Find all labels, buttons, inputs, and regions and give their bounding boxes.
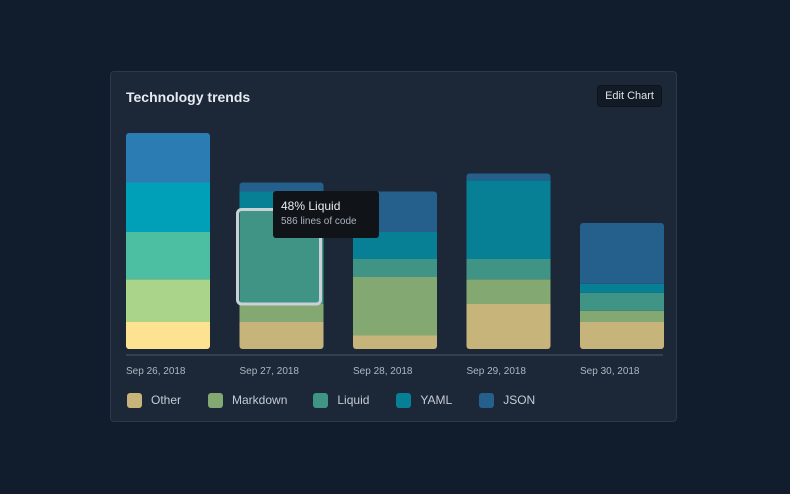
bar-segment-yaml[interactable] — [580, 283, 664, 293]
bar-stack — [126, 133, 210, 349]
legend-swatch — [127, 392, 142, 408]
legend-item-liquid[interactable]: Liquid — [313, 392, 370, 408]
bar-segment-other[interactable] — [580, 322, 664, 349]
bar-segment-json[interactable] — [126, 133, 210, 183]
bar-segment-other[interactable] — [126, 322, 210, 349]
bar-segment-liquid[interactable] — [353, 259, 437, 277]
legend-swatch — [479, 392, 495, 408]
stacked-bar-chart: Sep 26, 2018 Sep 27, 2018 Sep 28, 2018 Sep … — [126, 133, 664, 377]
legend-item-other[interactable]: Other — [127, 392, 182, 408]
tooltip-subtitle: 586 lines of code — [281, 216, 357, 227]
legend-item-markdown[interactable]: Markdown — [208, 392, 288, 408]
bar-segment-markdown[interactable] — [580, 310, 664, 322]
bar-segment-json[interactable] — [580, 223, 664, 284]
bar-segment-markdown[interactable] — [466, 279, 551, 304]
bar-segment-markdown[interactable] — [239, 304, 324, 322]
bar-segment-liquid[interactable] — [466, 259, 551, 280]
x-tick-label: Sep 30, 2018 — [580, 366, 640, 377]
bar-segment-markdown[interactable] — [353, 277, 437, 336]
x-tick-label: Sep 28, 2018 — [353, 366, 413, 377]
legend-label: Other — [151, 393, 182, 407]
legend-swatch — [396, 392, 412, 408]
bar-segment-yaml[interactable] — [126, 182, 210, 233]
bar-stack — [466, 173, 551, 349]
legend-swatch — [313, 392, 329, 408]
legend-swatch — [208, 392, 224, 408]
legend-item-yaml[interactable]: YAML — [396, 392, 453, 408]
x-tick-label: Sep 27, 2018 — [240, 366, 300, 377]
legend-label: Markdown — [232, 393, 288, 407]
bar-segment-other[interactable] — [466, 304, 551, 349]
bar-segment-liquid[interactable] — [126, 232, 210, 280]
bar-segment-yaml[interactable] — [466, 180, 551, 259]
bar-segment-liquid[interactable] — [580, 292, 664, 311]
bar-tooltip: 48% Liquid 586 lines of code — [273, 191, 379, 238]
legend-label: YAML — [420, 393, 453, 407]
legend-label: Liquid — [337, 393, 370, 407]
legend-label: JSON — [503, 393, 536, 407]
chart-legend: Other Markdown Liquid YAML JSON — [127, 391, 562, 409]
x-tick-label: Sep 26, 2018 — [126, 366, 186, 377]
tooltip-title: 48% Liquid — [281, 199, 341, 213]
legend-item-json[interactable]: JSON — [479, 392, 536, 408]
bar-segment-json[interactable] — [466, 173, 551, 181]
bar-stack — [580, 223, 664, 349]
chart-card: Technology trends Edit Chart Sep 26, 201… — [110, 71, 677, 422]
x-tick-label: Sep 29, 2018 — [467, 366, 527, 377]
bar-segment-other[interactable] — [353, 335, 437, 350]
bar-segment-markdown[interactable] — [126, 279, 210, 322]
bar-segment-other[interactable] — [239, 322, 324, 349]
